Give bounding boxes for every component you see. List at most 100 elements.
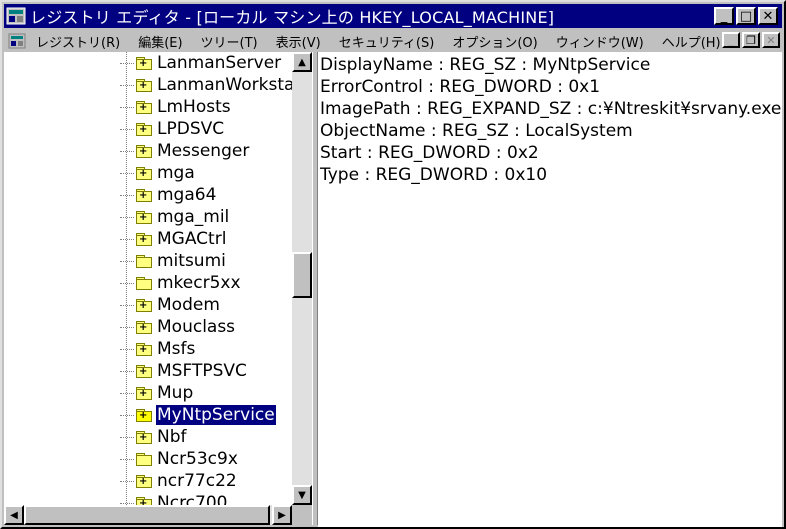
tree-item-label: LPDSVC (157, 119, 225, 139)
tree-item-label: Msfs (157, 339, 196, 359)
folder-plus-icon: + (136, 497, 152, 505)
tree-vertical-scrollbar[interactable]: ▲ ▼ (292, 52, 312, 505)
tree-item[interactable]: mkecr5xx (120, 272, 242, 294)
tree-item-label: mkecr5xx (157, 273, 241, 293)
title-bar[interactable]: レジストリ エディタ - [ローカル マシン上の HKEY_LOCAL_MACH… (4, 4, 782, 28)
tree-item-label: LanmanWorkstation (157, 75, 292, 95)
tree-item[interactable]: mitsumi (120, 250, 227, 272)
tree-item-label: MSFTPSVC (157, 361, 247, 381)
folder-plus-icon: + (136, 189, 152, 202)
menu-security[interactable]: セキュリティ(S) (339, 32, 435, 51)
arrow-down-icon: ▼ (298, 489, 306, 501)
tree-item-label: LmHosts (157, 97, 231, 117)
close-icon: ✕ (762, 8, 774, 24)
tree-item[interactable]: + mga (120, 162, 196, 184)
folder-plus-icon: + (136, 233, 152, 246)
tree-item[interactable]: + Messenger (120, 140, 250, 162)
tree-item[interactable]: + LmHosts (120, 96, 232, 118)
tree-item[interactable]: + mga_mil (120, 206, 230, 228)
folder-plus-icon: + (136, 79, 152, 92)
tree-item-label: Nbf (157, 427, 187, 447)
scrollbar-corner (292, 505, 312, 525)
tree-item[interactable]: + Msfs (120, 338, 196, 360)
maximize-button[interactable]: □ (736, 7, 756, 25)
tree-item-label: Mup (157, 383, 194, 403)
value-row[interactable]: ErrorControl : REG_DWORD : 0x1 (318, 76, 782, 98)
tree-item[interactable]: + LPDSVC (120, 118, 225, 140)
minimize-icon: _ (720, 8, 728, 24)
mdi-close-button[interactable]: ✕ (762, 32, 780, 48)
window-title: レジストリ エディタ - [ローカル マシン上の HKEY_LOCAL_MACH… (30, 8, 555, 27)
menu-window[interactable]: ウィンドウ(W) (556, 32, 644, 51)
value-row[interactable]: ImagePath : REG_EXPAND_SZ : c:¥Ntreskit¥… (318, 98, 782, 120)
tree-item-selected[interactable]: + MyNtpService (120, 404, 277, 426)
tree-item[interactable]: + Mup (120, 382, 194, 404)
arrow-right-icon: ▶ (278, 509, 286, 521)
tree-item-label: Messenger (157, 141, 250, 161)
open-folder-icon: + (136, 409, 152, 422)
menu-edit[interactable]: 編集(E) (138, 32, 182, 51)
menu-options[interactable]: オプション(O) (452, 32, 537, 51)
arrow-up-icon: ▲ (298, 56, 306, 68)
close-button[interactable]: ✕ (758, 7, 778, 25)
tree-item-label: LanmanServer (157, 53, 282, 73)
tree-item[interactable]: + Nbf (120, 426, 188, 448)
tree-item-label: mga (157, 163, 195, 183)
tree-item[interactable]: + MSFTPSVC (120, 360, 248, 382)
close-icon: ✕ (766, 33, 776, 47)
mdi-restore-button[interactable]: ❐ (742, 32, 760, 48)
minimize-button[interactable]: _ (714, 7, 734, 25)
tree-item[interactable]: + ncr77c22 (120, 470, 238, 492)
key-tree-pane[interactable]: + LanmanServer + LanmanWorkstation + LmH… (4, 52, 292, 505)
tree-horizontal-scrollbar[interactable]: ◀ ▶ (4, 505, 292, 525)
tree-item[interactable]: + LanmanWorkstation (120, 74, 292, 96)
tree-item-label: Ncr53c9x (157, 449, 238, 469)
folder-icon (136, 453, 152, 466)
tree-item[interactable]: + LanmanServer (120, 52, 282, 74)
folder-icon (136, 255, 152, 268)
mdi-child-icon[interactable] (8, 33, 26, 49)
scroll-right-button[interactable]: ▶ (272, 505, 292, 525)
tree-item[interactable]: + Modem (120, 294, 221, 316)
menu-tree[interactable]: ツリー(T) (201, 32, 258, 51)
folder-plus-icon: + (136, 57, 152, 70)
value-row[interactable]: ObjectName : REG_SZ : LocalSystem (318, 120, 782, 142)
menu-registry[interactable]: レジストリ(R) (36, 32, 120, 51)
value-row[interactable]: DisplayName : REG_SZ : MyNtpService (318, 54, 782, 76)
folder-plus-icon: + (136, 343, 152, 356)
tree-item[interactable]: + MGACtrl (120, 228, 227, 250)
horizontal-scroll-thumb[interactable] (24, 505, 270, 525)
tree-item-label: Ncrc700 (157, 493, 228, 505)
scroll-left-button[interactable]: ◀ (4, 505, 24, 525)
tree-item-label: mga64 (157, 185, 217, 205)
folder-plus-icon: + (136, 101, 152, 114)
tree-item-label: mga_mil (157, 207, 230, 227)
value-row[interactable]: Type : REG_DWORD : 0x10 (318, 164, 782, 186)
tree-item[interactable]: + mga64 (120, 184, 217, 206)
values-pane[interactable]: DisplayName : REG_SZ : MyNtpService Erro… (318, 52, 782, 527)
folder-plus-icon: + (136, 167, 152, 180)
tree-item-label: Mouclass (157, 317, 236, 337)
maximize-icon: □ (739, 8, 753, 24)
minimize-icon: _ (728, 33, 734, 47)
mdi-client: + LanmanServer + LanmanWorkstation + LmH… (4, 52, 782, 527)
folder-plus-icon: + (136, 475, 152, 488)
tree-item[interactable]: Ncr53c9x (120, 448, 239, 470)
menu-view[interactable]: 表示(V) (276, 32, 321, 51)
folder-plus-icon: + (136, 387, 152, 400)
folder-plus-icon: + (136, 299, 152, 312)
scroll-up-button[interactable]: ▲ (292, 52, 312, 72)
scroll-down-button[interactable]: ▼ (292, 485, 312, 505)
tree-item[interactable]: + Ncrc700 (120, 492, 228, 505)
scroll-thumb[interactable] (292, 252, 312, 298)
tree-item-label: ncr77c22 (157, 471, 237, 491)
menu-help[interactable]: ヘルプ(H) (662, 32, 721, 51)
tree-item-label: mitsumi (157, 251, 226, 271)
tree-item[interactable]: + Mouclass (120, 316, 236, 338)
value-row[interactable]: Start : REG_DWORD : 0x2 (318, 142, 782, 164)
folder-plus-icon: + (136, 321, 152, 334)
folder-plus-icon: + (136, 123, 152, 136)
restore-icon: ❐ (746, 33, 756, 47)
registry-editor-app-icon[interactable] (6, 7, 26, 25)
mdi-minimize-button[interactable]: _ (722, 32, 740, 48)
